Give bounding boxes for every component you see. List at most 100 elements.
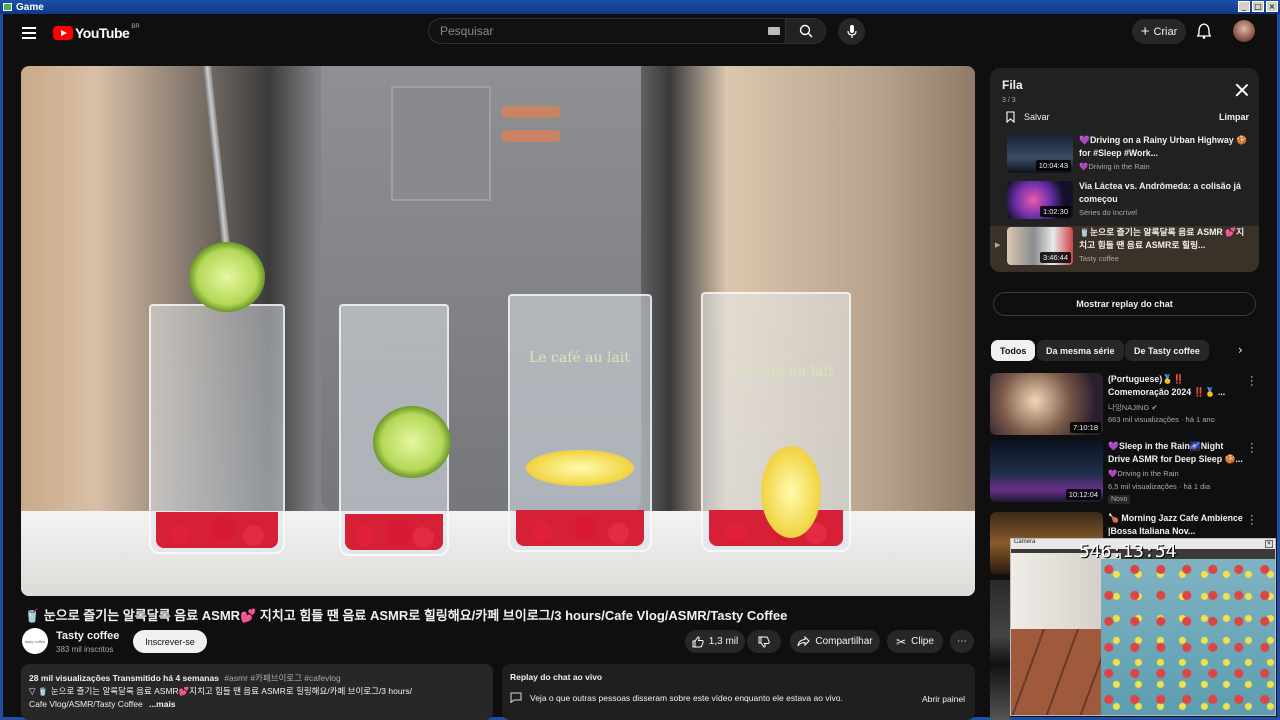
strawberries-graphic [345,514,443,550]
plus-icon: + [1140,22,1150,40]
description-line: Cafe Vlog/ASMR/Tasty Coffee [29,699,143,709]
bookmark-icon [1006,111,1015,123]
recommended-video[interactable]: 7:10:18 (Portuguese)🥇‼️ Comemoração 2024… [990,372,1260,437]
create-label: Criar [1153,25,1178,38]
strawberries-graphic [156,512,278,548]
save-queue-button[interactable]: Salvar [1006,111,1050,123]
maximize-icon[interactable]: □ [1252,1,1264,12]
channel-avatar[interactable]: tasty coffee [22,628,48,654]
notifications-button[interactable] [1196,23,1212,44]
duration-badge: 10:04:43 [1035,160,1071,171]
more-options-icon[interactable]: · · · [1250,372,1254,391]
queue-item-current[interactable]: ▶ 3:46:44 🥤눈으로 즐기는 알록달록 음료 ASMR 💕지치고 힘들 … [990,226,1259,272]
window-controls: _ □ × [1238,1,1278,12]
description-box[interactable]: 28 mil visualizações Transmitido há 4 se… [21,664,493,720]
video-title: 💜Sleep in the Rain🌌Night Drive ASMR for … [1108,441,1243,464]
now-playing-icon: ▶ [995,242,1001,249]
video-title: 🍗 Morning Jazz Cafe Ambience |Bossa Ital… [1108,513,1243,536]
duration-badge: 3:46:44 [1039,252,1071,263]
like-count: 1,3 mil [708,636,739,647]
queue-item-channel: Tasty coffee [1079,254,1119,263]
bell-icon [1196,23,1212,39]
more-options-icon[interactable]: · · · [1250,511,1254,530]
search-input[interactable] [429,19,749,43]
video-thumbnail: 7:10:18 [990,373,1103,435]
channel-avatar-text: tasty coffee [24,639,46,644]
channel-name: 나잉NAJING ✔ [1108,403,1158,412]
drink-glass [149,304,285,554]
video-thumbnail: 1:02:30 [1007,181,1073,219]
queue-item[interactable]: 1:02:30 Via Láctea vs. Andrômeda: a coli… [990,180,1259,226]
youtube-logo[interactable]: YouTube BR [53,24,140,41]
open-panel-button[interactable]: Abrir painel [922,694,965,704]
account-avatar[interactable] [1233,20,1255,42]
video-stats: 6,5 mil visualizações · há 1 dia [1108,482,1211,491]
hashtags[interactable]: #asmr #카페브이로그 #cafevlog [224,673,340,683]
share-button[interactable]: Compartilhar [790,630,880,653]
show-more-link[interactable]: ...mais [149,699,175,709]
duration-badge: 1:02:30 [1039,206,1071,217]
thumbs-up-icon [692,635,704,647]
clear-queue-button[interactable]: Limpar [1219,112,1249,122]
share-label: Compartilhar [815,636,873,647]
queue-item-title: Via Láctea vs. Andrômeda: a colisão já c… [1079,181,1241,204]
close-window-icon[interactable]: × [1266,1,1278,12]
leather-tag-graphic [501,106,561,118]
voice-search-button[interactable] [838,18,865,45]
more-dots-icon: ⋯ [957,636,967,647]
like-button[interactable]: 1,3 mil [685,630,745,653]
chip-from-channel[interactable]: De Tasty coffee [1125,340,1209,361]
video-title: (Portuguese)🥇‼️ Comemoração 2024 ‼️🥇 ... [1108,374,1226,397]
chat-replay-text: Veja o que outras pessoas disseram sobre… [530,692,843,703]
queue-count: 3 / 3 [1002,97,1016,104]
minimize-icon[interactable]: _ [1238,1,1250,12]
queue-item-title: 🥤눈으로 즐기는 알록달록 음료 ASMR 💕지치고 힘들 땐 음료 ASMR로… [1079,227,1245,250]
more-options-icon[interactable]: · · · [1250,439,1254,458]
leather-tag-graphic [501,130,561,142]
search-button[interactable] [786,18,826,44]
video-player[interactable]: Le café au lait Le café au lait [21,66,975,596]
logo-text: YouTube [75,25,130,41]
app-icon [3,3,12,11]
save-label: Salvar [1024,112,1050,122]
window-titlebar: Game _ □ × [0,0,1280,14]
video-thumbnail: 3:46:44 [1007,227,1073,265]
description-line: ▽ 🥤 눈으로 즐기는 알록달록 음료 ASMR💕지치고 힘들 땐 음료 ASM… [29,686,413,696]
channel-name[interactable]: Tasty coffee [56,630,119,642]
chat-replay-panel: Replay do chat ao vivo Veja o que outras… [502,664,975,720]
lemon-slice-graphic [526,450,634,486]
close-icon[interactable]: × [1265,540,1273,548]
more-actions-button[interactable]: ⋯ [950,630,974,653]
apron-pocket-graphic [391,86,491,201]
recommended-video[interactable]: 10:12:04 💜Sleep in the Rain🌌Night Drive … [990,439,1260,504]
microphone-icon [846,24,857,38]
subscribe-button[interactable]: Inscrever-se [133,630,207,653]
video-thumbnail: 10:04:43 [1007,135,1073,173]
thumbs-down-icon [758,636,770,648]
keyboard-icon[interactable] [768,27,780,35]
window-title: Game [16,1,44,13]
webcam-overlay[interactable]: Caméra × 546:13:54 [1010,538,1276,716]
channel-name: 💜Driving in the Rain [1108,469,1179,478]
search-icon [799,24,812,38]
clip-button[interactable]: ✂ Clipe [887,630,943,653]
partial-thumbnails [990,580,1010,720]
clip-label: Clipe [911,636,934,647]
view-stats: 28 mil visualizações Transmitido há 4 se… [29,673,219,683]
chip-all[interactable]: Todos [991,340,1036,361]
search-box [428,18,786,44]
dislike-button[interactable] [747,630,781,653]
drink-glass [508,294,652,552]
strawberries-graphic [515,510,645,546]
video-thumbnail: 10:12:04 [990,440,1103,502]
video-stats: 663 mil visualizações · há 1 ano [1108,415,1215,424]
create-button[interactable]: + Criar [1132,19,1186,44]
fabric-graphic [1101,559,1275,715]
chevron-right-icon[interactable]: › [1238,343,1243,357]
show-chat-replay-button[interactable]: Mostrar replay do chat [993,292,1256,316]
hamburger-menu-icon[interactable] [22,27,36,39]
queue-item[interactable]: 10:04:43 💜Driving on a Rainy Urban Highw… [990,134,1259,180]
chip-same-series[interactable]: Da mesma série [1037,340,1124,361]
close-icon[interactable] [1235,83,1249,97]
youtube-play-icon [53,26,73,40]
